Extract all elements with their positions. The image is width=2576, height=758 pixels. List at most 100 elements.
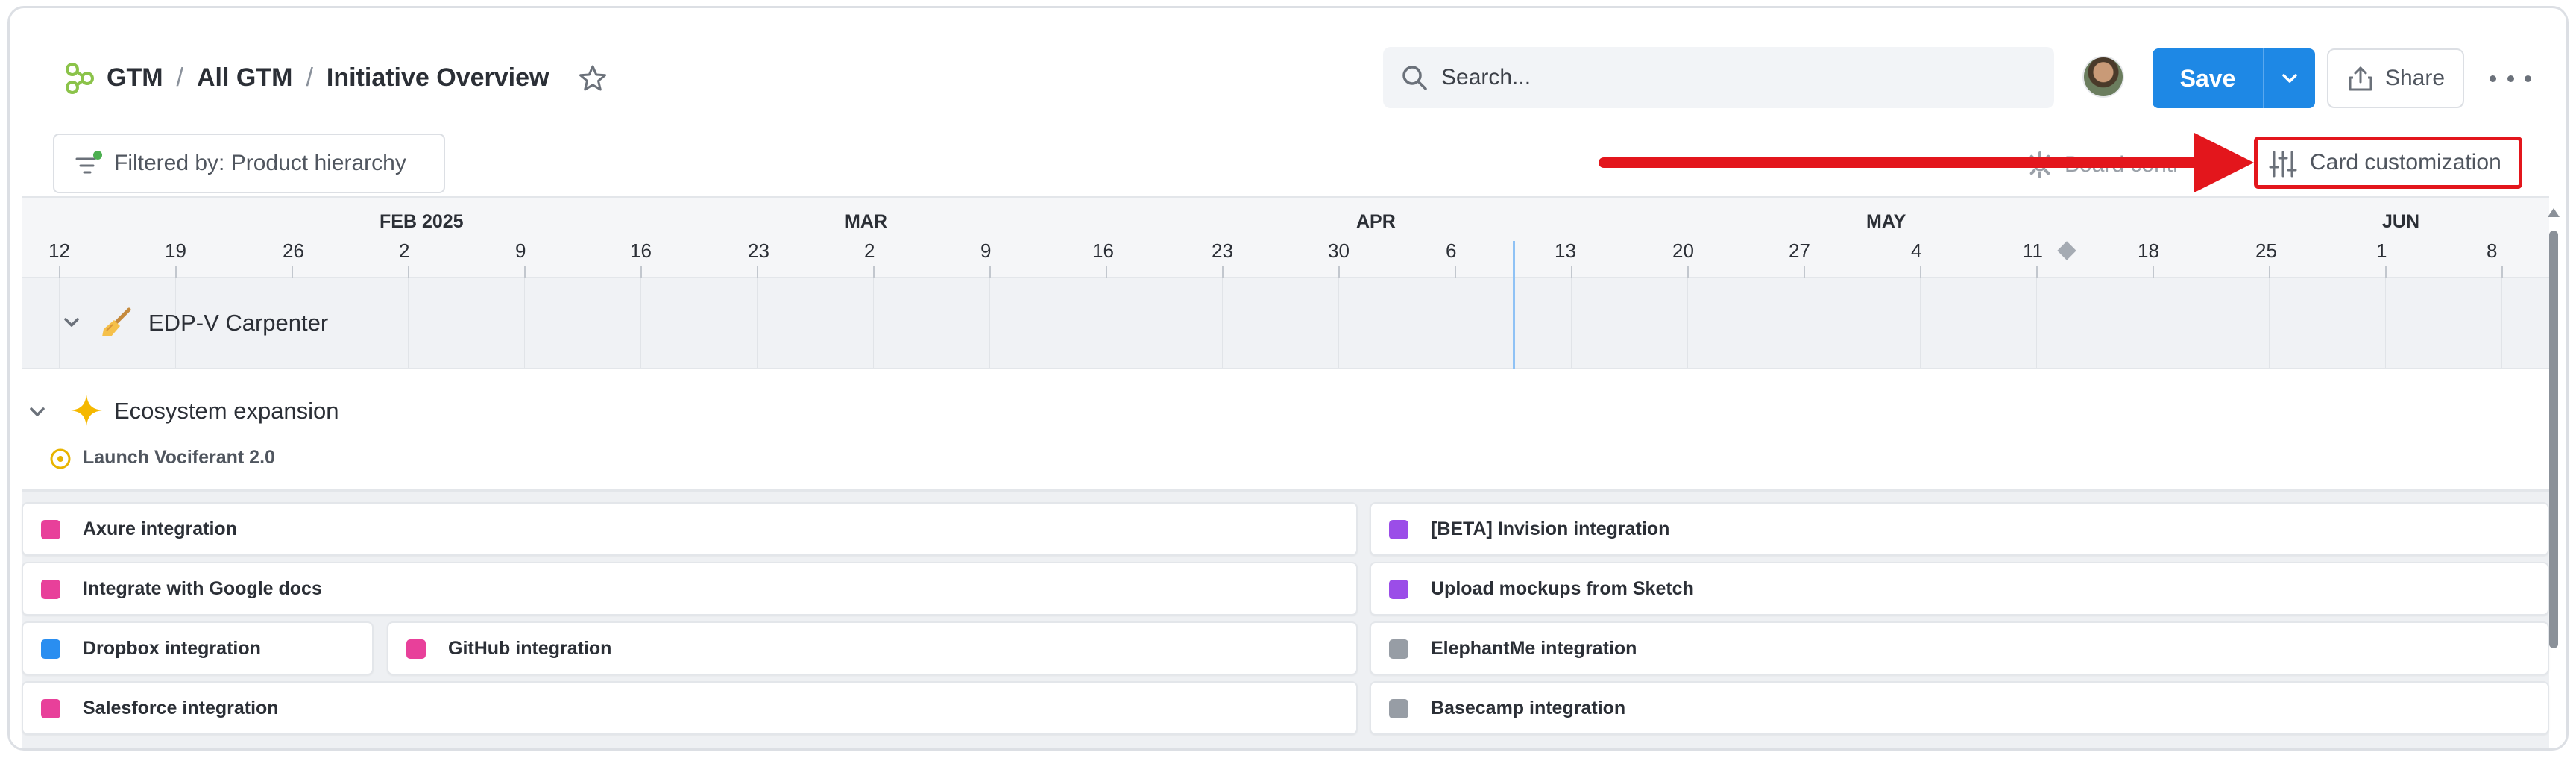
week-label: 8 <box>2487 239 2498 262</box>
more-options-icon[interactable] <box>2490 63 2531 93</box>
gtm-logo-icon <box>66 63 94 94</box>
feature-card[interactable]: Dropbox integration <box>22 621 374 675</box>
target-icon <box>50 448 71 469</box>
roadmap-timeline: FEB 2025 MAR APR MAY JUN 12 19 26 2 9 16… <box>22 196 2549 748</box>
chevron-down-icon[interactable] <box>26 401 48 423</box>
card-label: Integrate with Google docs <box>83 577 322 599</box>
feature-card[interactable]: Basecamp integration <box>1370 681 2549 735</box>
week-label: 18 <box>2138 239 2159 262</box>
share-label: Share <box>2384 66 2446 90</box>
week-label: 9 <box>515 239 526 262</box>
status-color-dot <box>41 639 60 659</box>
annotation-arrow <box>1599 133 2254 192</box>
week-label: 27 <box>1789 239 1810 262</box>
page-title: Initiative Overview <box>326 63 549 92</box>
week-label: 23 <box>1212 239 1233 262</box>
subgroup-label: Ecosystem expansion <box>114 398 339 424</box>
status-color-dot <box>1389 699 1408 718</box>
breadcrumb-all-gtm[interactable]: All GTM <box>197 63 292 93</box>
card-customization-label: Card customization <box>2310 150 2501 175</box>
card-label: GitHub integration <box>448 637 612 659</box>
week-label: 6 <box>1446 239 1457 262</box>
header: GTM / All GTM / Initiative Overview Save <box>10 8 2566 193</box>
week-label: 25 <box>2255 239 2277 262</box>
scroll-up-icon[interactable] <box>2548 208 2560 217</box>
milestone-marker[interactable] <box>2057 241 2076 260</box>
subgroup-row: Ecosystem expansion Launch Vociferant 2.… <box>22 369 2549 492</box>
breadcrumb-root[interactable]: GTM <box>107 63 163 93</box>
week-label: 2 <box>864 239 875 262</box>
feature-card[interactable]: Axure integration <box>22 502 1358 556</box>
week-label: 9 <box>980 239 992 262</box>
avatar[interactable] <box>2082 56 2124 98</box>
month-label: APR <box>1356 211 1396 232</box>
share-button[interactable]: Share <box>2327 48 2464 108</box>
card-label: Axure integration <box>83 518 237 539</box>
card-label: [BETA] Invision integration <box>1431 518 1670 539</box>
week-label: 30 <box>1328 239 1350 262</box>
card-label: ElephantMe integration <box>1431 637 1637 659</box>
feature-card[interactable]: Upload mockups from Sketch <box>1370 562 2549 616</box>
app-window: GTM / All GTM / Initiative Overview Save <box>7 6 2569 751</box>
breadcrumb-separator: / <box>306 63 313 92</box>
feature-card[interactable]: GitHub integration <box>387 621 1358 675</box>
card-label: Dropbox integration <box>83 637 261 659</box>
sliders-icon <box>2269 151 2297 178</box>
feature-card[interactable]: Salesforce integration <box>22 681 1358 735</box>
search-box <box>1383 47 2054 108</box>
broom-icon <box>102 307 131 336</box>
status-color-dot <box>1389 580 1408 599</box>
week-label: 19 <box>165 239 186 262</box>
group-label: EDP-V Carpenter <box>148 310 329 336</box>
week-label: 23 <box>748 239 769 262</box>
filter-label: Filtered by: Product hierarchy <box>114 151 406 175</box>
week-label: 1 <box>2376 239 2387 262</box>
status-color-dot <box>41 699 60 718</box>
month-label: MAY <box>1866 211 1906 232</box>
filter-button[interactable]: Filtered by: Product hierarchy <box>53 134 445 193</box>
status-color-dot <box>41 580 60 599</box>
month-label: JUN <box>2382 211 2420 232</box>
week-label: 12 <box>48 239 70 262</box>
feature-card[interactable]: ElephantMe integration <box>1370 621 2549 675</box>
week-label: 16 <box>1092 239 1114 262</box>
share-icon <box>2349 66 2372 91</box>
week-label: 20 <box>1672 239 1694 262</box>
breadcrumb-separator: / <box>176 63 183 92</box>
search-input[interactable] <box>1441 65 2023 90</box>
status-color-dot <box>1389 639 1408 659</box>
group-row: EDP-V Carpenter <box>22 278 2549 369</box>
card-label: Basecamp integration <box>1431 697 1626 718</box>
week-label: 16 <box>630 239 652 262</box>
chevron-down-icon[interactable] <box>60 311 83 333</box>
status-color-dot <box>41 520 60 539</box>
filter-icon <box>75 151 102 174</box>
status-color-dot <box>1389 520 1408 539</box>
search-icon <box>1402 66 1427 90</box>
week-label: 26 <box>283 239 304 262</box>
goal-label[interactable]: Launch Vociferant 2.0 <box>83 447 275 469</box>
chevron-down-icon <box>2282 74 2297 83</box>
month-label: FEB 2025 <box>380 211 464 232</box>
vertical-scrollbar[interactable] <box>2546 208 2561 656</box>
save-options-button[interactable] <box>2263 48 2315 108</box>
week-label: 2 <box>399 239 410 262</box>
week-label: 11 <box>2023 239 2043 262</box>
week-label: 13 <box>1555 239 1576 262</box>
card-label: Upload mockups from Sketch <box>1431 577 1694 599</box>
week-label: 4 <box>1911 239 1922 262</box>
status-color-dot <box>406 639 426 659</box>
card-label: Salesforce integration <box>83 697 279 718</box>
feature-card[interactable]: [BETA] Invision integration <box>1370 502 2549 556</box>
sparkle-icon <box>71 395 102 426</box>
cards-area: Axure integration [BETA] Invision integr… <box>22 492 2549 748</box>
card-customization-button[interactable]: Card customization <box>2254 137 2522 189</box>
timeline-axis: FEB 2025 MAR APR MAY JUN 12 19 26 2 9 16… <box>22 196 2549 280</box>
breadcrumb: GTM / All GTM / Initiative Overview <box>107 59 549 96</box>
feature-card[interactable]: Integrate with Google docs <box>22 562 1358 616</box>
save-button[interactable]: Save <box>2153 48 2263 108</box>
save-button-group: Save <box>2153 48 2315 108</box>
scrollbar-thumb[interactable] <box>2549 231 2558 648</box>
star-icon[interactable] <box>578 63 608 93</box>
month-label: MAR <box>845 211 887 232</box>
